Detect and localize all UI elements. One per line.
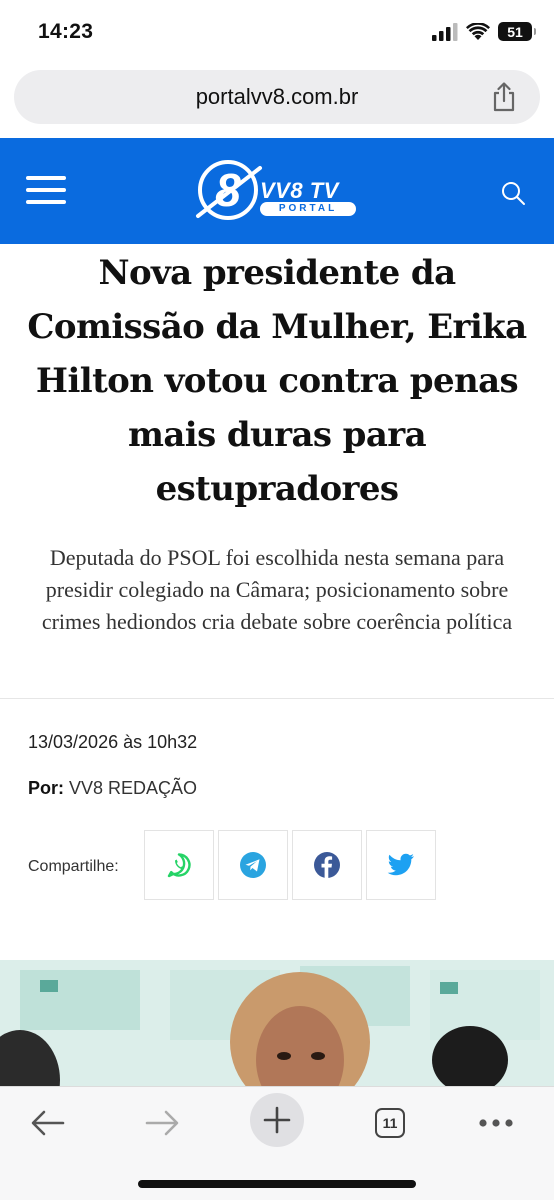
share-whatsapp-button[interactable] (144, 830, 214, 900)
forward-arrow-icon (145, 1110, 179, 1136)
site-header: 8 VV8 TV PORTAL (0, 138, 554, 244)
tabs-icon: 11 (375, 1108, 405, 1138)
twitter-icon (387, 853, 414, 876)
byline-author[interactable]: VV8 REDAÇÃO (69, 778, 197, 798)
divider (0, 698, 554, 699)
status-time: 14:23 (38, 20, 94, 43)
wifi-icon (466, 22, 490, 40)
new-tab-button[interactable] (250, 1093, 304, 1147)
more-icon (479, 1119, 513, 1127)
signal-icon (432, 22, 458, 41)
site-logo[interactable]: 8 VV8 TV PORTAL (194, 156, 364, 228)
status-icons: 51 (432, 22, 536, 41)
article-photo (0, 960, 554, 1090)
share-twitter-button[interactable] (366, 830, 436, 900)
article-byline: Por: VV8 REDAÇÃO (28, 778, 197, 799)
logo-mark-icon: 8 (196, 160, 262, 220)
more-button[interactable] (474, 1101, 518, 1145)
back-button[interactable] (26, 1101, 70, 1145)
article-photo-image (0, 960, 554, 1090)
address-bar[interactable]: portalvv8.com.br (14, 70, 540, 124)
status-bar: 14:23 51 (0, 0, 554, 66)
home-indicator (138, 1180, 416, 1188)
share-label: Compartilhe: (28, 858, 119, 875)
menu-icon[interactable] (26, 176, 66, 206)
whatsapp-icon (167, 853, 191, 878)
forward-button[interactable] (140, 1101, 184, 1145)
article-headline: Nova presidente da Comissão da Mulher, E… (27, 253, 527, 509)
article-subheadline: Deputada do PSOL foi escolhida nesta sem… (41, 545, 513, 634)
article-date: 13/03/2026 às 10h32 (28, 732, 198, 752)
share-icon[interactable] (490, 82, 518, 112)
facebook-icon (314, 852, 340, 878)
share-buttons (144, 830, 436, 900)
logo-subtitle: PORTAL (260, 202, 356, 216)
logo-mark: 8 (215, 164, 241, 216)
url-text[interactable]: portalvv8.com.br (14, 84, 540, 110)
share-telegram-button[interactable] (218, 830, 288, 900)
tabs-button[interactable]: 11 (368, 1101, 412, 1145)
search-icon[interactable] (500, 180, 526, 206)
logo-title: VV8 TV (260, 178, 339, 203)
back-arrow-icon (31, 1110, 65, 1136)
byline-label: Por: (28, 778, 64, 798)
battery-icon: 51 (498, 22, 536, 41)
telegram-icon (240, 852, 266, 878)
share-facebook-button[interactable] (292, 830, 362, 900)
plus-icon (263, 1106, 291, 1134)
